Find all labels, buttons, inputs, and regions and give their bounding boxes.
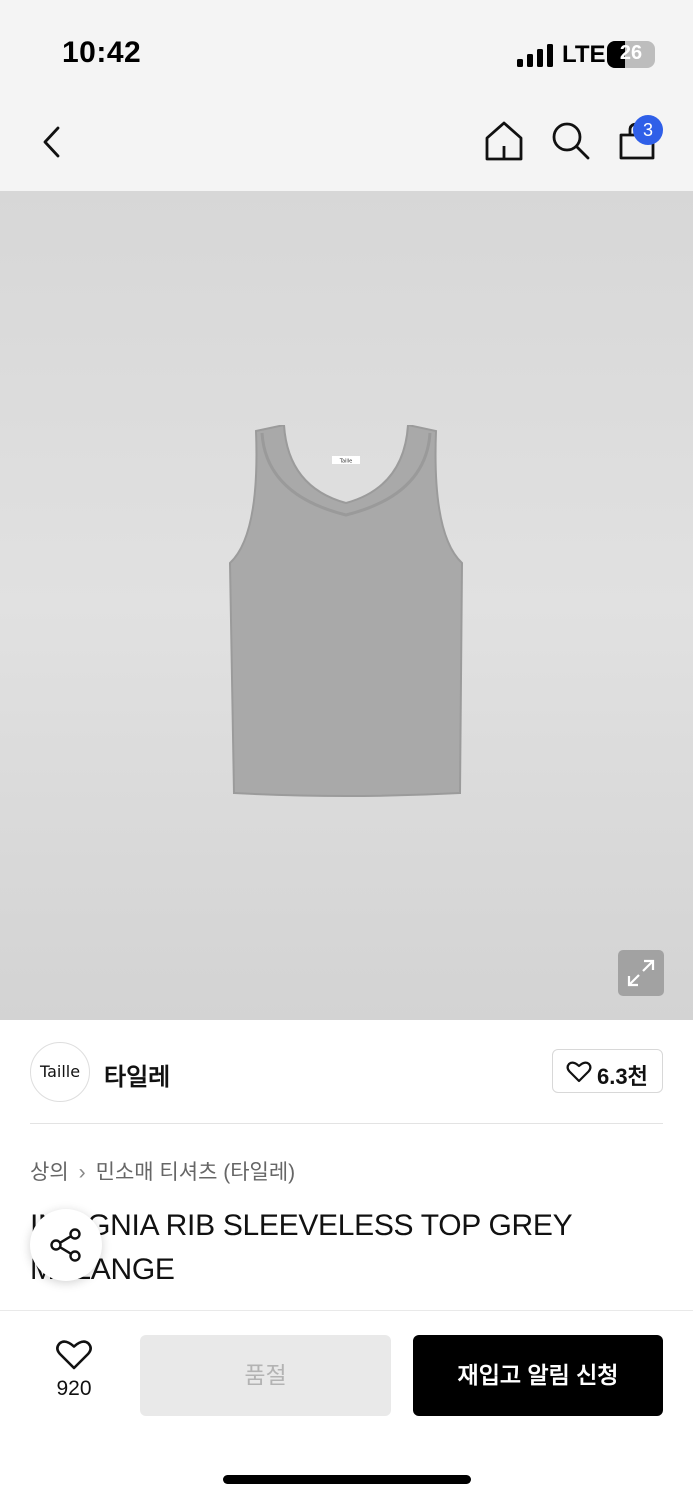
breadcrumb-category[interactable]: 상의 [30,1161,69,1184]
signal-icon [517,43,555,67]
brand-like-count: 6.3천 [597,1064,648,1089]
brand-logo[interactable]: Taille [30,1042,90,1102]
brand-like-button[interactable]: 6.3천 [552,1049,663,1093]
heart-icon [566,1061,592,1083]
heart-icon [56,1340,92,1370]
product-title: INSIGNIA RIB SLEEVELESS TOP GREY MELANGE [30,1209,572,1286]
breadcrumb: 상의 › 민소매 티셔츠 (타일레) [30,1156,295,1186]
wishlist-count: 920 [56,1377,92,1400]
chevron-right-icon: › [78,1161,86,1184]
expand-image-button[interactable] [618,950,664,996]
status-time: 10:42 [62,36,142,69]
restock-alert-button[interactable]: 재입고 알림 신청 [413,1335,663,1416]
brand-name[interactable]: 타일레 [104,1057,170,1092]
expand-icon [627,959,655,987]
share-icon [50,1228,81,1262]
top-nav: 3 [0,100,693,191]
home-button[interactable] [484,120,524,162]
tank-top-image: Taille [228,425,464,797]
breadcrumb-subcategory[interactable]: 민소매 티셔츠 (타일레) [96,1161,296,1184]
soldout-button[interactable]: 품절 [140,1335,391,1416]
search-button[interactable] [550,120,592,162]
garment-label: Taille [339,459,353,465]
back-button[interactable] [36,122,70,162]
home-icon [485,121,523,161]
battery-icon: 26 [607,41,655,68]
cart-count-badge: 3 [633,115,663,145]
wishlist-button[interactable]: 920 [42,1339,106,1409]
brand-row[interactable]: Taille 타일레 6.3천 [30,1042,663,1102]
share-button[interactable] [30,1209,102,1281]
home-indicator [223,1475,471,1484]
network-type: LTE [562,41,606,68]
battery-level: 26 [619,42,643,64]
product-image[interactable]: Taille [0,191,693,1020]
chevron-left-icon [43,126,60,158]
search-icon [552,122,590,160]
divider [30,1123,663,1124]
bottom-action-bar: 920 품절 재입고 알림 신청 [0,1310,693,1500]
status-bar: 10:42 LTE 26 [0,0,693,100]
